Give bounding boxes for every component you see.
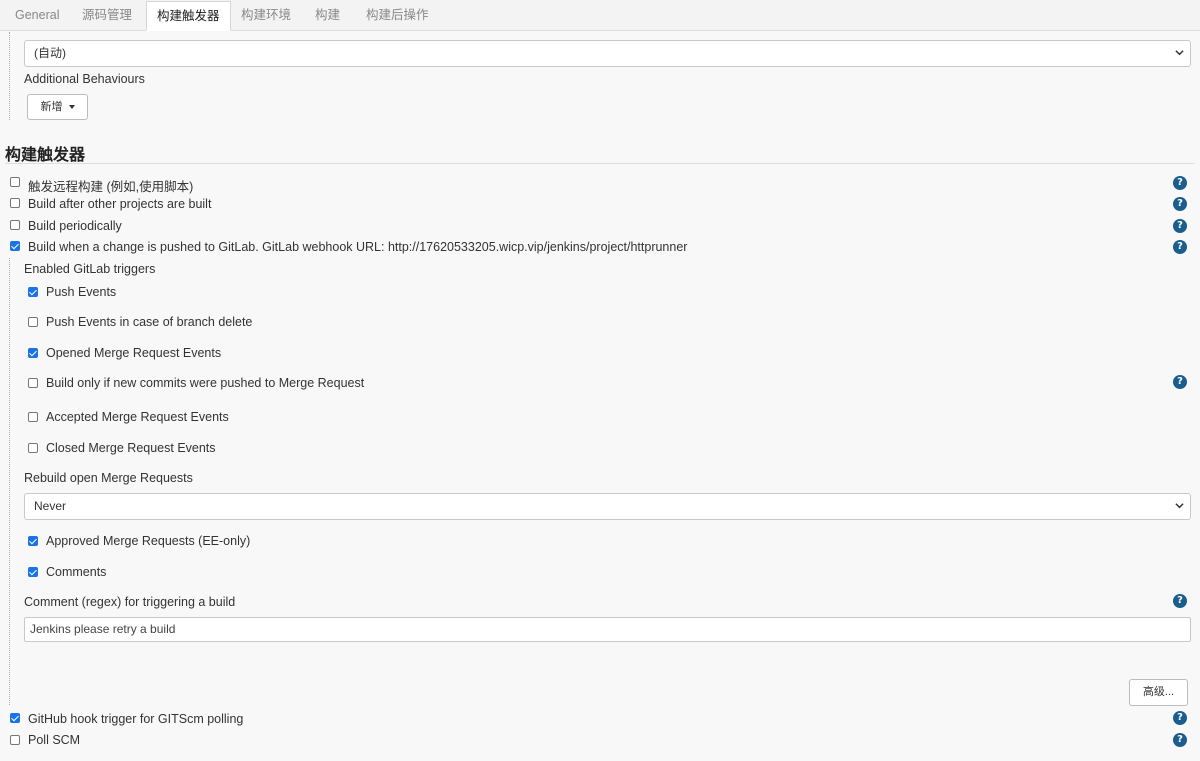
github-hook-trigger-label: GitHub hook trigger for GITScm polling — [28, 712, 244, 726]
add-behaviour-button-label: 新增 — [40, 101, 63, 113]
poll-scm-label: Poll SCM — [28, 733, 81, 747]
build-only-new-commits-checkbox[interactable] — [28, 378, 38, 388]
github-hook-trigger-checkbox[interactable] — [10, 713, 20, 723]
rebuild-open-mr-select[interactable]: Never — [24, 493, 1191, 520]
trigger-after-other-projects-checkbox[interactable] — [10, 198, 20, 208]
caret-down-icon — [68, 105, 75, 110]
tab-build-triggers[interactable]: 构建触发器 — [146, 1, 231, 31]
closed-mr-events-label: Closed Merge Request Events — [46, 441, 216, 455]
trigger-remote-checkbox[interactable] — [10, 177, 20, 187]
trigger-after-other-projects-label: Build after other projects are built — [28, 197, 212, 211]
opened-mr-events-checkbox[interactable] — [28, 348, 38, 358]
section-title: 构建触发器 — [5, 147, 86, 164]
comment-regex-label: Comment (regex) for triggering a build — [24, 595, 236, 609]
trigger-remote-label: 触发远程构建 (例如,使用脚本) — [28, 180, 194, 194]
approved-mr-label: Approved Merge Requests (EE-only) — [46, 534, 251, 548]
comment-regex-input[interactable]: Jenkins please retry a build — [24, 617, 1191, 642]
trigger-gitlab-push-label: Build when a change is pushed to GitLab.… — [28, 240, 688, 254]
push-events-branch-delete-label: Push Events in case of branch delete — [46, 315, 253, 329]
help-icon[interactable]: ? — [1173, 176, 1187, 190]
enabled-gitlab-triggers-label: Enabled GitLab triggers — [24, 262, 156, 276]
add-behaviour-button[interactable]: 新增 — [27, 94, 88, 120]
accepted-mr-events-checkbox[interactable] — [28, 412, 38, 422]
poll-scm-checkbox[interactable] — [10, 735, 20, 745]
chevron-down-icon — [1175, 503, 1184, 509]
rebuild-open-mr-label: Rebuild open Merge Requests — [24, 471, 193, 485]
tab-source-control[interactable]: 源码管理 — [72, 0, 142, 31]
repository-browser-select-value: (自动) — [34, 46, 66, 60]
opened-mr-events-label: Opened Merge Request Events — [46, 346, 222, 360]
rebuild-open-mr-select-value: Never — [34, 499, 67, 513]
config-tab-bar: General 源码管理 构建触发器 构建环境 构建 构建后操作 — [0, 0, 1200, 31]
push-events-checkbox[interactable] — [28, 287, 38, 297]
comments-checkbox[interactable] — [28, 567, 38, 577]
accepted-mr-events-label: Accepted Merge Request Events — [46, 410, 229, 424]
help-icon[interactable]: ? — [1173, 711, 1187, 725]
help-icon[interactable]: ? — [1173, 197, 1187, 211]
advanced-button[interactable]: 高级... — [1129, 679, 1188, 706]
additional-behaviours-label: Additional Behaviours — [24, 72, 145, 86]
section-guide-line — [9, 32, 10, 120]
section-divider — [5, 163, 1195, 164]
trigger-periodically-label: Build periodically — [28, 219, 122, 233]
tab-general[interactable]: General — [5, 0, 69, 31]
gitlab-section-guide-line — [9, 258, 10, 705]
comments-label: Comments — [46, 565, 107, 579]
help-icon[interactable]: ? — [1173, 219, 1187, 233]
tab-build[interactable]: 构建 — [305, 0, 350, 31]
approved-mr-checkbox[interactable] — [28, 536, 38, 546]
repository-browser-select[interactable]: (自动) — [24, 40, 1191, 67]
push-events-label: Push Events — [46, 285, 117, 299]
help-icon[interactable]: ? — [1173, 733, 1187, 747]
tab-build-environment[interactable]: 构建环境 — [231, 0, 301, 31]
push-events-branch-delete-checkbox[interactable] — [28, 317, 38, 327]
tab-post-build-actions[interactable]: 构建后操作 — [356, 0, 439, 31]
trigger-gitlab-push-checkbox[interactable] — [10, 241, 20, 251]
chevron-down-icon — [1175, 50, 1184, 56]
closed-mr-events-checkbox[interactable] — [28, 443, 38, 453]
trigger-periodically-checkbox[interactable] — [10, 220, 20, 230]
help-icon[interactable]: ? — [1173, 594, 1187, 608]
help-icon[interactable]: ? — [1173, 375, 1187, 389]
help-icon[interactable]: ? — [1173, 240, 1187, 254]
build-only-new-commits-label: Build only if new commits were pushed to… — [46, 376, 365, 390]
